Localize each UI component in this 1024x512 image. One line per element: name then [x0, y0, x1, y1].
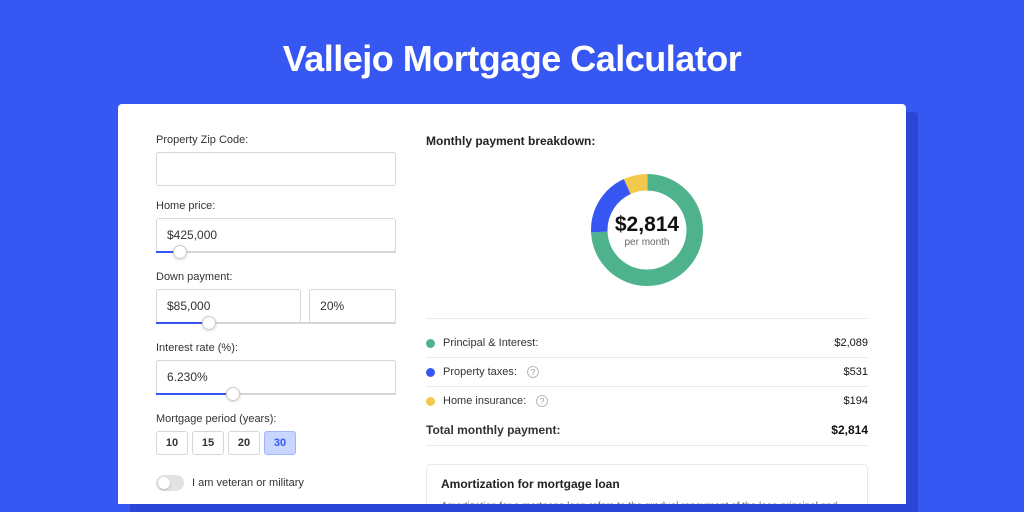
down-field: Down payment:	[156, 271, 396, 328]
amortization-title: Amortization for mortgage loan	[441, 477, 853, 491]
down-amount-input[interactable]	[156, 289, 301, 323]
period-tabs: 10152030	[156, 431, 396, 455]
breakdown-label: Property taxes:	[443, 366, 517, 378]
veteran-row: I am veteran or military	[156, 475, 396, 491]
price-input[interactable]	[156, 218, 396, 252]
total-value: $2,814	[831, 423, 868, 437]
total-label: Total monthly payment:	[426, 423, 560, 437]
rate-input[interactable]	[156, 360, 396, 394]
zip-label: Property Zip Code:	[156, 134, 396, 146]
period-label: Mortgage period (years):	[156, 413, 396, 425]
period-tab-15[interactable]: 15	[192, 431, 224, 455]
info-icon[interactable]: ?	[536, 395, 548, 407]
breakdown-value: $2,089	[834, 337, 868, 349]
payment-donut: $2,814 per month	[426, 160, 868, 300]
period-field: Mortgage period (years): 10152030	[156, 413, 396, 455]
breakdown-value: $531	[844, 366, 868, 378]
legend-dot-icon	[426, 339, 435, 348]
down-label: Down payment:	[156, 271, 396, 283]
breakdown-row: Property taxes:? $531	[426, 358, 868, 387]
calculator-panel: Property Zip Code: Home price: Down paym…	[118, 104, 906, 504]
total-row: Total monthly payment: $2,814	[426, 415, 868, 446]
down-pct-input[interactable]	[309, 289, 396, 323]
legend-dot-icon	[426, 397, 435, 406]
veteran-label: I am veteran or military	[192, 477, 304, 489]
donut-value: $2,814	[615, 213, 679, 237]
breakdown-title: Monthly payment breakdown:	[426, 134, 868, 148]
page-title: Vallejo Mortgage Calculator	[0, 0, 1024, 104]
amortization-body: Amortization for a mortgage loan refers …	[441, 499, 853, 504]
breakdown-value: $194	[844, 395, 868, 407]
price-slider[interactable]	[156, 251, 396, 257]
rate-label: Interest rate (%):	[156, 342, 396, 354]
period-tab-20[interactable]: 20	[228, 431, 260, 455]
rate-slider[interactable]	[156, 393, 396, 399]
period-tab-30[interactable]: 30	[264, 431, 296, 455]
veteran-toggle[interactable]	[156, 475, 184, 491]
zip-input[interactable]	[156, 152, 396, 186]
results-column: Monthly payment breakdown: $2,814 per mo…	[426, 134, 868, 504]
period-tab-10[interactable]: 10	[156, 431, 188, 455]
down-slider[interactable]	[156, 322, 396, 328]
breakdown-row: Home insurance:? $194	[426, 387, 868, 415]
legend-dot-icon	[426, 368, 435, 377]
form-column: Property Zip Code: Home price: Down paym…	[156, 134, 396, 504]
breakdown-row: Principal & Interest: $2,089	[426, 329, 868, 358]
price-field: Home price:	[156, 200, 396, 257]
info-icon[interactable]: ?	[527, 366, 539, 378]
amortization-card: Amortization for mortgage loan Amortizat…	[426, 464, 868, 504]
price-label: Home price:	[156, 200, 396, 212]
breakdown-label: Home insurance:	[443, 395, 526, 407]
rate-field: Interest rate (%):	[156, 342, 396, 399]
donut-sub: per month	[615, 237, 679, 248]
zip-field: Property Zip Code:	[156, 134, 396, 186]
breakdown-label: Principal & Interest:	[443, 337, 538, 349]
